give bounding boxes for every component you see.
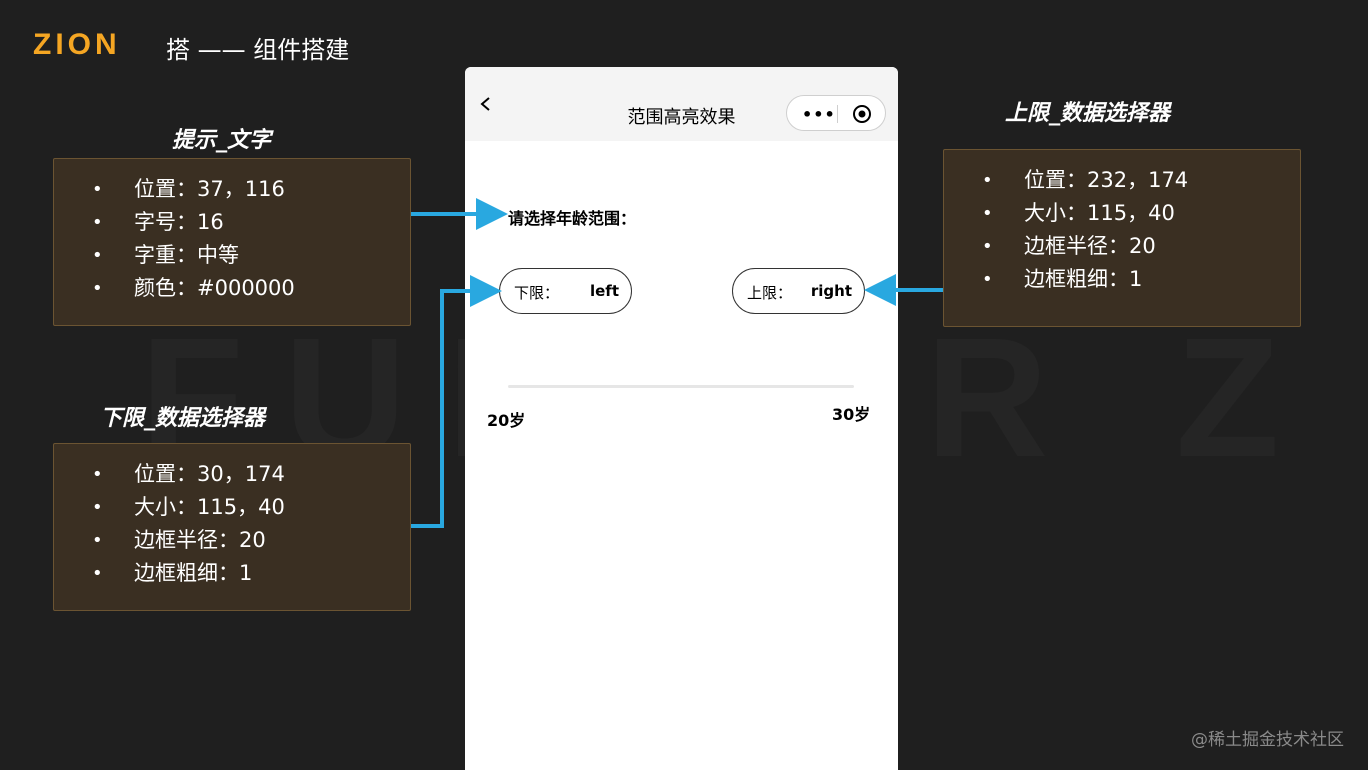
phone-preview: 范围高亮效果 ••• 请选择年龄范围： 下限： left 上限： right 2…: [465, 67, 898, 770]
page-title: 搭 —— 组件搭建: [166, 36, 350, 64]
upper-picker-panel: 位置：232，174 大小：115，40 边框半径：20 边框粗细：1: [943, 149, 1301, 327]
lower-limit-picker[interactable]: 下限： left: [499, 268, 632, 314]
lower-picker-border-radius: 边框半径：20: [92, 524, 410, 557]
age-range-track[interactable]: [508, 385, 854, 388]
hint-text-panel: 位置：37，116 字号：16 字重：中等 颜色：#000000: [53, 158, 411, 326]
age-range-prompt: 请选择年龄范围：: [508, 209, 637, 228]
hint-text-section-title: 提示_文字: [172, 128, 272, 153]
lower-picker-section-title: 下限_数据选择器: [100, 406, 266, 431]
hint-text-color: 颜色：#000000: [92, 272, 410, 305]
upper-limit-label: 上限：: [747, 284, 793, 302]
zion-logo: ZION: [33, 28, 121, 61]
more-icon[interactable]: •••: [802, 105, 836, 124]
hint-text-font-weight: 字重：中等: [92, 239, 410, 272]
upper-picker-border-width: 边框粗细：1: [982, 263, 1300, 296]
close-target-icon[interactable]: [852, 104, 872, 124]
credit-watermark: @稀土掘金技术社区: [1191, 730, 1344, 750]
upper-limit-value: right: [810, 282, 852, 300]
phone-nav-bar: 范围高亮效果 •••: [465, 67, 898, 141]
upper-picker-border-radius: 边框半径：20: [982, 230, 1300, 263]
max-age-label: 30岁: [832, 405, 871, 424]
lower-limit-label: 下限：: [514, 284, 560, 302]
upper-picker-section-title: 上限_数据选择器: [1005, 101, 1171, 126]
upper-picker-position: 位置：232，174: [982, 164, 1300, 197]
lower-picker-size: 大小：115，40: [92, 491, 410, 524]
upper-limit-picker[interactable]: 上限： right: [732, 268, 865, 314]
hint-text-position: 位置：37，116: [92, 173, 410, 206]
mini-program-capsule: •••: [786, 95, 886, 131]
lower-picker-panel: 位置：30，174 大小：115，40 边框半径：20 边框粗细：1: [53, 443, 411, 611]
capsule-divider: [837, 105, 838, 123]
hint-text-font-size: 字号：16: [92, 206, 410, 239]
min-age-label: 20岁: [487, 411, 526, 430]
lower-picker-position: 位置：30，174: [92, 458, 410, 491]
lower-picker-border-width: 边框粗细：1: [92, 557, 410, 590]
upper-picker-size: 大小：115，40: [982, 197, 1300, 230]
lower-limit-value: left: [589, 282, 619, 300]
